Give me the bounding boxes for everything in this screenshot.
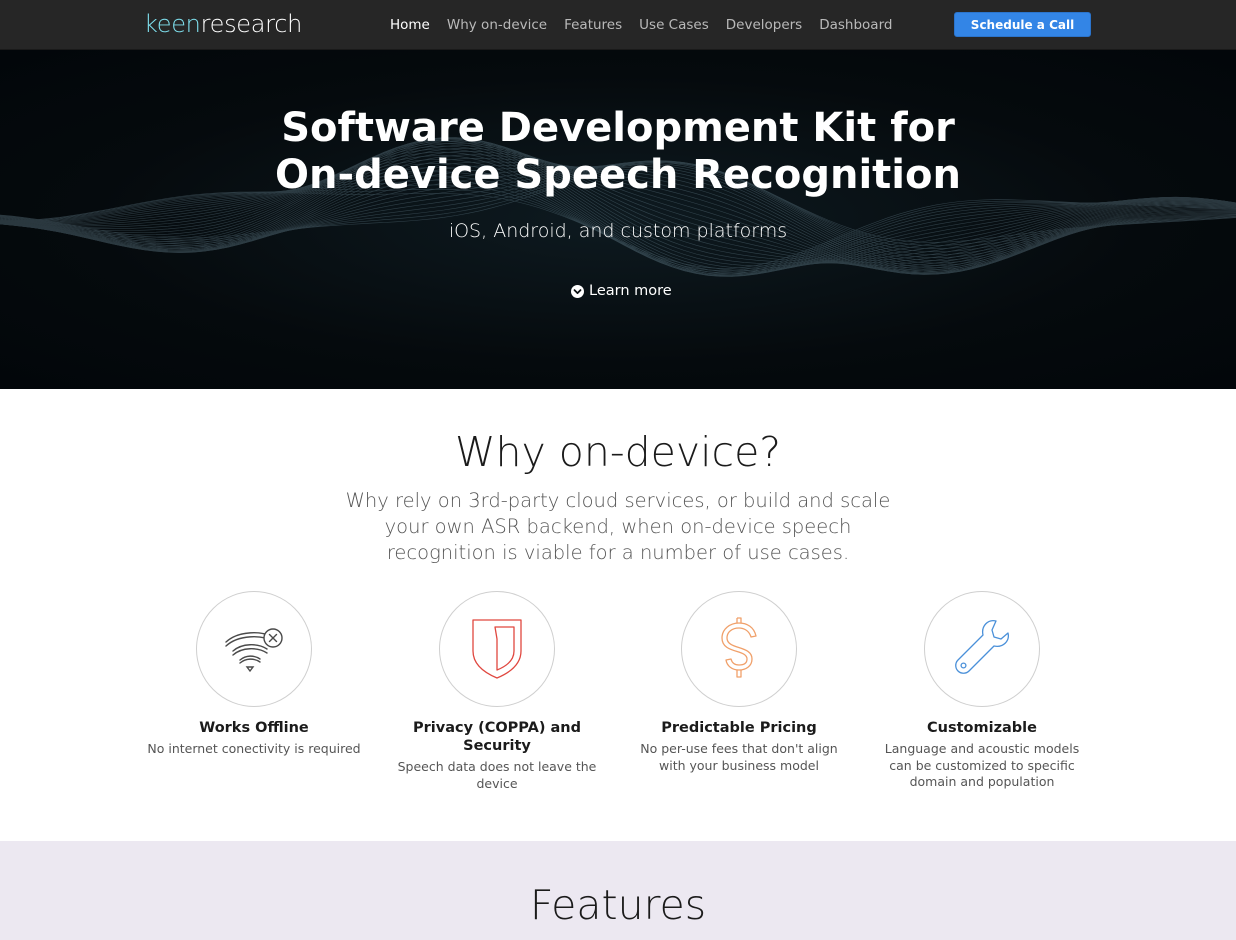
hero-section: Software Development Kit for On-device S…: [0, 50, 1236, 389]
features-section: Features: [0, 841, 1236, 940]
benefit-title: Predictable Pricing: [661, 720, 817, 736]
wifi-off-icon: [225, 628, 283, 673]
benefit-title: Customizable: [927, 720, 1037, 736]
why-benefits-row: Works Offline No internet conectivity is…: [0, 591, 1236, 801]
hero-title: Software Development Kit for On-device S…: [0, 105, 1236, 199]
wrench-icon: [955, 620, 1009, 674]
benefit-title: Privacy (COPPA) and Security: [413, 720, 581, 754]
chevron-down-circle-icon: [571, 284, 584, 298]
nav-item-use-cases[interactable]: Use Cases: [639, 17, 709, 33]
nav-item-why-on-device[interactable]: Why on-device: [447, 17, 547, 33]
hero-title-line-2: On-device Speech Recognition: [275, 152, 961, 198]
nav-item-home[interactable]: Home: [390, 17, 430, 33]
benefit-icon-circle: [196, 591, 312, 707]
benefit-customizable: Customizable Language and acoustic model…: [862, 591, 1102, 791]
top-navbar: keenresearch Home Why on-device Features…: [0, 0, 1236, 50]
nav-item-dashboard[interactable]: Dashboard: [819, 17, 892, 33]
benefit-icon-circle: [924, 591, 1040, 707]
benefit-privacy-security: Privacy (COPPA) and Security Speech data…: [377, 591, 617, 792]
hero-title-line-1: Software Development Kit for: [281, 105, 955, 151]
benefit-title: Works Offline: [199, 720, 309, 736]
benefit-icon-circle: [681, 591, 797, 707]
features-section-title: Features: [529, 881, 707, 929]
schedule-call-button[interactable]: Schedule a Call: [954, 12, 1091, 37]
benefit-works-offline: Works Offline No internet conectivity is…: [134, 591, 374, 758]
shield-icon: [472, 619, 522, 679]
nav-item-features[interactable]: Features: [564, 17, 622, 33]
dollar-icon: [721, 617, 757, 678]
learn-more-link[interactable]: Learn more: [571, 283, 672, 299]
benefit-predictable-pricing: Predictable Pricing No per-use fees that…: [619, 591, 859, 774]
hero-subtitle: iOS, Android, and custom platforms: [448, 220, 788, 242]
benefit-desc: Language and acoustic models can be cust…: [884, 741, 1080, 789]
benefit-desc: Speech data does not leave the device: [397, 759, 597, 791]
benefit-desc: No per-use fees that don't align with yo…: [640, 741, 838, 773]
why-section-title: Why on-device?: [454, 428, 782, 476]
brand-logo-keen: keen: [144, 10, 201, 38]
nav-links: Home Why on-device Features Use Cases De…: [390, 0, 909, 50]
benefit-icon-circle: [439, 591, 555, 707]
brand-logo[interactable]: keenresearch: [144, 8, 302, 40]
nav-item-developers[interactable]: Developers: [726, 17, 802, 33]
brand-logo-research: research: [200, 10, 303, 38]
learn-more-label: Learn more: [589, 283, 672, 299]
benefit-desc: No internet conectivity is required: [147, 741, 361, 756]
why-section-lead: Why rely on 3rd-party cloud services, or…: [345, 489, 891, 564]
